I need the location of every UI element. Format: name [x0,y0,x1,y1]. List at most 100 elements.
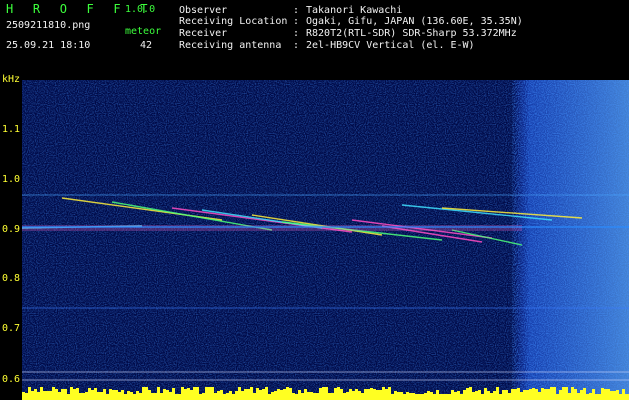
antenna-value: 2el-HB9CV Vertical (el. E-W) [306,40,475,51]
signal-bar [595,394,598,400]
signal-bar [376,390,379,400]
signal-bar [343,393,346,400]
location-sep: : [293,16,300,27]
signal-bar [172,388,175,400]
signal-bar [505,390,508,400]
signal-bar [424,393,427,400]
signal-bar [412,393,415,400]
signal-bar [136,391,139,400]
signal-bar [160,393,163,400]
signal-bar [256,388,259,400]
signal-bar [478,390,481,400]
filename: 2509211810.png [6,20,91,31]
signal-bar [118,392,121,400]
signal-bar [475,391,478,400]
signal-bar [472,392,475,400]
signal-bar [403,394,406,400]
signal-bar [73,389,76,400]
signal-bar [196,387,199,400]
signal-bar [181,387,184,400]
signal-bar [283,389,286,400]
signal-bar [292,393,295,400]
signal-bar [274,391,277,400]
signal-bar [37,392,40,400]
signal-bar [409,393,412,400]
signal-bar [316,393,319,400]
signal-bar [124,394,127,400]
signal-bar [520,392,523,400]
signal-bar [223,394,226,400]
signal-bar [268,394,271,400]
signal-bar [604,389,607,400]
signal-bar [40,387,43,400]
signal-bar [499,394,502,400]
signal-bar [34,389,37,400]
signal-bar [592,389,595,400]
signal-bar [235,391,238,400]
datetime: 25.09.21 18:10 [6,40,91,51]
signal-bar [91,390,94,400]
signal-bar [280,390,283,400]
signal-bar [586,394,589,400]
signal-bar [322,387,325,400]
interference-noise [512,80,629,400]
signal-bar [157,387,160,400]
signal-bar [175,394,178,400]
signal-bar [523,390,526,400]
signal-bar [202,393,205,400]
receiver-sep: : [293,28,300,39]
signal-bar [601,388,604,400]
signal-bar [265,387,268,400]
signal-bar [544,389,547,400]
signal-bar [460,394,463,400]
signal-bar [349,389,352,400]
signal-bar [508,393,511,400]
signal-bar [166,390,169,400]
signal-bar [184,389,187,400]
y-tick-label: 1.0 [2,174,21,185]
signal-bar [169,392,172,400]
signal-bar [454,392,457,400]
signal-bar [535,389,538,400]
signal-bar [541,388,544,400]
signal-bar [214,393,217,400]
signal-bar [130,392,133,400]
signal-bar [277,389,280,400]
signal-bar [481,394,484,400]
signal-bar [337,387,340,400]
signal-bar [115,390,118,400]
signal-bar [448,394,451,400]
signal-bar [151,393,154,400]
signal-bar [208,387,211,400]
carrier-band [22,225,522,231]
app-version: 1.0.0 [125,4,156,15]
signal-bar [526,390,529,400]
signal-bar [205,387,208,400]
signal-bar [514,389,517,400]
signal-bar [109,389,112,400]
signal-bar [355,389,358,400]
signal-bar [361,393,364,400]
signal-bar [148,390,151,400]
y-tick-label: 0.8 [2,273,21,284]
signal-bar [163,389,166,400]
signal-bar [334,388,337,400]
signal-bar [487,391,490,400]
signal-bar [28,387,31,400]
signal-bar [247,389,250,400]
signal-bar [25,393,28,400]
signal-bar [61,389,64,400]
signal-bar [286,387,289,400]
signal-bar [310,392,313,400]
signal-bar [154,393,157,400]
signal-bar [421,394,424,400]
signal-bar [112,390,115,400]
signal-bar [388,387,391,400]
signal-bar [391,394,394,400]
signal-bar [94,388,97,400]
signal-bar [244,389,247,400]
receiver-label: Receiver [179,28,228,39]
signal-bar [319,388,322,400]
y-unit-label: kHz [2,74,21,85]
signal-bar [619,394,622,400]
